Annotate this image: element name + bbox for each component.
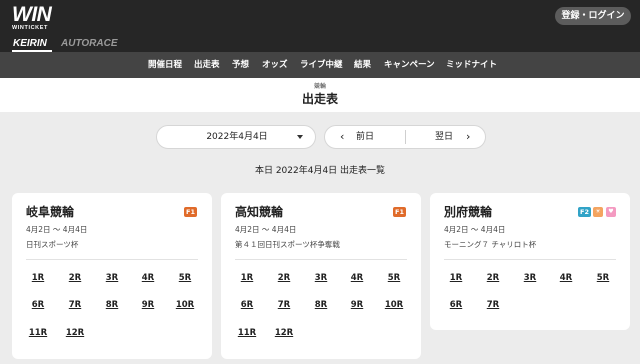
race-link[interactable]: 3R [303,271,339,285]
venue-name[interactable]: 別府競輪 [444,205,492,220]
race-link[interactable]: 5R [376,271,412,285]
nav-item-live[interactable]: ライブ中継 [300,52,343,78]
race-link[interactable]: 12R [57,326,93,340]
venue-dates: 4月2日 〜 4月4日 [235,225,297,234]
card-divider [444,259,616,260]
race-link[interactable]: 8R [94,298,130,312]
venue-card-beppu: 別府競輪 F2 ☀ ♥ 4月2日 〜 4月4日 モーニング７ チャリロト杯 1R… [430,193,630,330]
nav-item-odds[interactable]: オッズ [262,52,288,78]
venue-card-kochi: 高知競輪 F1 4月2日 〜 4月4日 第４１回日刊スポーツ杯争奪戦 1R 2R… [221,193,421,359]
race-link[interactable]: 11R [229,326,265,340]
girls-icon: ♥ [606,207,616,217]
page-category: 競輪 [313,83,326,90]
date-select[interactable]: 2022年4月4日 [156,125,316,149]
venue-dates: 4月2日 〜 4月4日 [444,225,506,234]
card-divider [26,259,198,260]
date-select-value: 2022年4月4日 [206,132,268,142]
race-link[interactable]: 7R [475,298,511,312]
card-divider [235,259,407,260]
morning-icon: ☀ [593,207,603,217]
race-link[interactable]: 6R [20,298,56,312]
day-nav-divider [405,130,406,144]
race-link[interactable]: 10R [376,298,412,312]
race-link[interactable]: 12R [266,326,302,340]
prev-day-button[interactable]: 前日 [356,126,374,148]
login-button[interactable]: 登録・ログイン [555,7,631,25]
race-link[interactable]: 2R [475,271,511,285]
grade-badge: F2 [578,207,591,217]
race-link[interactable]: 1R [229,271,265,285]
next-day-button[interactable]: 翌日 [435,126,453,148]
chevron-left-icon[interactable]: ‹ [340,126,344,148]
page-title-bar: 競輪 出走表 [0,78,640,112]
caret-down-icon [297,135,303,139]
venue-name[interactable]: 岐阜競輪 [26,205,74,220]
race-link[interactable]: 7R [57,298,93,312]
main-nav: 開催日程 出走表 予想 オッズ ライブ中継 結果 キャンペーン ミッドナイト [0,52,640,78]
nav-item-entries[interactable]: 出走表 [194,52,220,78]
logo-subtext: WINTICKET [12,25,48,31]
race-link[interactable]: 5R [585,271,621,285]
page-title: 出走表 [301,92,338,106]
venue-dates: 4月2日 〜 4月4日 [26,225,88,234]
tab-keirin[interactable]: KEIRIN [13,38,47,49]
nav-item-predictions[interactable]: 予想 [232,52,249,78]
race-link[interactable]: 3R [94,271,130,285]
logo-text: WIN [12,3,52,26]
race-link[interactable]: 4R [339,271,375,285]
day-navigation: ‹ 前日 翌日 › [324,125,486,149]
race-link[interactable]: 5R [167,271,203,285]
winticket-logo[interactable]: WIN WINTICKET [12,3,52,32]
race-title: モーニング７ チャリロト杯 [444,240,537,249]
race-link[interactable]: 3R [512,271,548,285]
chevron-right-icon[interactable]: › [466,126,470,148]
grade-badge: F1 [393,207,406,217]
race-link[interactable]: 4R [130,271,166,285]
race-link[interactable]: 10R [167,298,203,312]
race-link[interactable]: 7R [266,298,302,312]
nav-item-midnight[interactable]: ミッドナイト [446,52,497,78]
race-title: 第４１回日刊スポーツ杯争奪戦 [235,240,340,249]
race-link[interactable]: 11R [20,326,56,340]
nav-item-campaign[interactable]: キャンペーン [384,52,435,78]
race-link[interactable]: 2R [57,271,93,285]
top-header: WIN WINTICKET 登録・ログイン KEIRIN AUTORACE [0,0,640,52]
grade-badge: F1 [184,207,197,217]
race-link[interactable]: 9R [130,298,166,312]
race-link[interactable]: 6R [438,298,474,312]
race-link[interactable]: 8R [303,298,339,312]
tab-autorace[interactable]: AUTORACE [61,38,117,49]
race-title: 日刊スポーツ杯 [26,240,79,249]
race-link[interactable]: 9R [339,298,375,312]
venue-card-gifu: 岐阜競輪 F1 4月2日 〜 4月4日 日刊スポーツ杯 1R 2R 3R 4R … [12,193,212,359]
race-link[interactable]: 1R [20,271,56,285]
list-heading: 本日 2022年4月4日 出走表一覧 [254,166,386,176]
race-link[interactable]: 2R [266,271,302,285]
race-link[interactable]: 1R [438,271,474,285]
venue-name[interactable]: 高知競輪 [235,205,283,220]
nav-item-schedule[interactable]: 開催日程 [148,52,182,78]
race-link[interactable]: 6R [229,298,265,312]
nav-item-results[interactable]: 結果 [354,52,371,78]
race-link[interactable]: 4R [548,271,584,285]
